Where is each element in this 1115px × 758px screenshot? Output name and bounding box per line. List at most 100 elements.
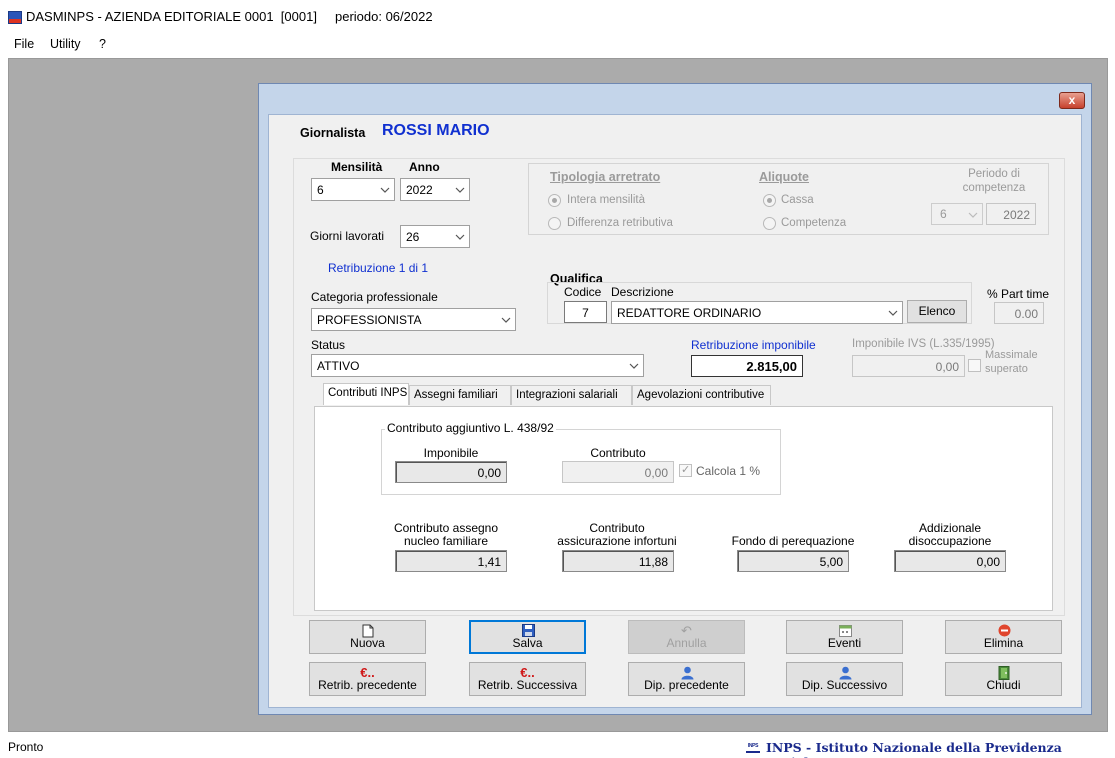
descrizione-select[interactable]: REDATTORE ORDINARIO [611,301,903,324]
elimina-label: Elimina [983,636,1024,650]
chevron-down-icon [629,363,639,369]
status-select[interactable]: ATTIVO [311,354,644,377]
tab-assegni-familiari[interactable]: Assegni familiari [409,385,511,405]
anno-value: 2022 [406,183,433,197]
chiudi-label: Chiudi [986,678,1021,692]
competenza-label: Competenza [781,217,847,229]
fondo-value: 5,00 [819,555,843,569]
retrib-successiva-label: Retrib. Successiva [477,678,578,692]
giorni-select[interactable]: 26 [400,225,470,248]
window-titlebar: DASMINPS - AZIENDA EDITORIALE 0001 [0001… [0,0,1115,34]
anno-label: Anno [409,160,440,174]
status-text: Pronto [8,740,44,754]
dip-precedente-button[interactable]: Dip. precedente [628,662,745,696]
periodo-anno-value: 2022 [1003,208,1030,222]
retrib-successiva-button[interactable]: €.. Retrib. Successiva [469,662,586,696]
elimina-button[interactable]: Elimina [945,620,1062,654]
retr-imponibile-value: 2.815,00 [746,359,797,374]
massimale-checkbox[interactable] [968,359,981,372]
elenco-label: Elenco [918,304,956,318]
anno-select[interactable]: 2022 [400,178,470,201]
descrizione-value: REDATTORE ORDINARIO [617,306,762,320]
mensilita-select[interactable]: 6 [311,178,395,201]
tab-integrazioni-salariali[interactable]: Integrazioni salariali [511,385,632,405]
window-title: DASMINPS - AZIENDA EDITORIALE 0001 [0001… [26,9,433,24]
codice-field[interactable]: 7 [564,301,607,323]
competenza-radio[interactable] [763,217,776,230]
dip-successivo-button[interactable]: Dip. Successivo [786,662,903,696]
retribuzione-counter: Retribuzione 1 di 1 [328,261,429,275]
aliquote-label: Aliquote [759,170,809,184]
categoria-value: PROFESSIONISTA [317,313,422,327]
periodo-anno-field[interactable]: 2022 [986,203,1036,225]
retr-imponibile-label: Retribuzione imponibile [691,338,816,352]
inps-org-text: INPS - Istituto Nazionale della Previden… [766,740,1062,758]
tab-agevolazioni-contributive[interactable]: Agevolazioni contributive [632,385,771,405]
elenco-button[interactable]: Elenco [907,300,967,323]
tab-contributi-inps[interactable]: Contributi INPS [323,383,409,405]
salva-label: Salva [512,636,543,650]
imponibile-ivs-label: Imponibile IVS (L.335/1995) [852,338,995,350]
annulla-label: Annulla [666,636,707,650]
eventi-button[interactable]: Eventi [786,620,903,654]
cassa-radio[interactable] [763,194,776,207]
periodo-mese-value: 6 [940,207,947,221]
retr-imponibile-field[interactable]: 2.815,00 [691,355,803,377]
chevron-down-icon [455,187,465,193]
anf-label-1: Contributo assegno [393,521,499,535]
chevron-down-icon [380,187,390,193]
annulla-button[interactable]: ↶ Annulla [628,620,745,654]
inf-label-1: Contributo [589,521,645,535]
codice-value: 7 [582,306,589,320]
add-value: 0,00 [976,555,1000,569]
menubar: File Utility ? [0,34,1115,56]
nuova-button[interactable]: Nuova [309,620,426,654]
massimale-label-1: Massimale [985,349,1038,361]
add-field: 0,00 [894,550,1006,572]
imponibile-value: 0,00 [477,466,501,480]
calcola-label: Calcola 1 % [696,464,761,478]
nuova-label: Nuova [350,636,385,650]
mensilita-label: Mensilità [331,160,383,174]
intera-radio[interactable] [548,194,561,207]
intera-label: Intera mensilità [567,194,645,206]
calcola-checkbox[interactable] [679,463,692,477]
cassa-label: Cassa [781,194,814,206]
inf-field: 11,88 [562,550,674,572]
part-time-value: 0.00 [1014,307,1038,321]
chevron-down-icon [888,310,898,316]
menu-utility[interactable]: Utility [50,37,81,51]
differenza-label: Differenza retributiva [567,217,673,229]
imponibile-field: 0,00 [395,461,507,483]
categoria-label: Categoria professionale [311,290,438,304]
menu-file[interactable]: File [14,37,34,51]
codice-label: Codice [564,285,602,299]
imponibile-ivs-value: 0,00 [935,360,959,374]
giorni-value: 26 [406,230,420,244]
anf-field: 1,41 [395,550,507,572]
tab-strip: Contributi INPS Assegni familiari Integr… [314,383,1054,407]
descrizione-label: Descrizione [611,285,674,299]
contributo-field: 0,00 [562,461,674,483]
differenza-radio[interactable] [548,217,561,230]
salva-button[interactable]: Salva [469,620,586,654]
giornalista-name: ROSSI MARIO [382,122,490,139]
status-label: Status [311,338,346,352]
categoria-select[interactable]: PROFESSIONISTA [311,308,516,331]
chevron-down-icon [501,317,511,323]
periodo-mese-select[interactable]: 6 [931,203,983,225]
periodo-label-2: competenza [962,182,1026,194]
mensilita-value: 6 [317,183,324,197]
part-time-label: % Part time [987,287,1050,301]
periodo-label-1: Periodo di [968,168,1020,180]
part-time-field[interactable]: 0.00 [994,302,1044,324]
menu-help[interactable]: ? [99,37,106,51]
giornalista-label: Giornalista [300,126,366,140]
contributo-label: Contributo [590,446,646,460]
imponibile-ivs-field[interactable]: 0,00 [852,355,965,377]
fondo-label: Fondo di perequazione [731,534,855,548]
dip-precedente-label: Dip. precedente [644,678,729,692]
close-button[interactable]: x [1059,92,1085,109]
chiudi-button[interactable]: Chiudi [945,662,1062,696]
retrib-precedente-button[interactable]: €.. Retrib. precedente [309,662,426,696]
